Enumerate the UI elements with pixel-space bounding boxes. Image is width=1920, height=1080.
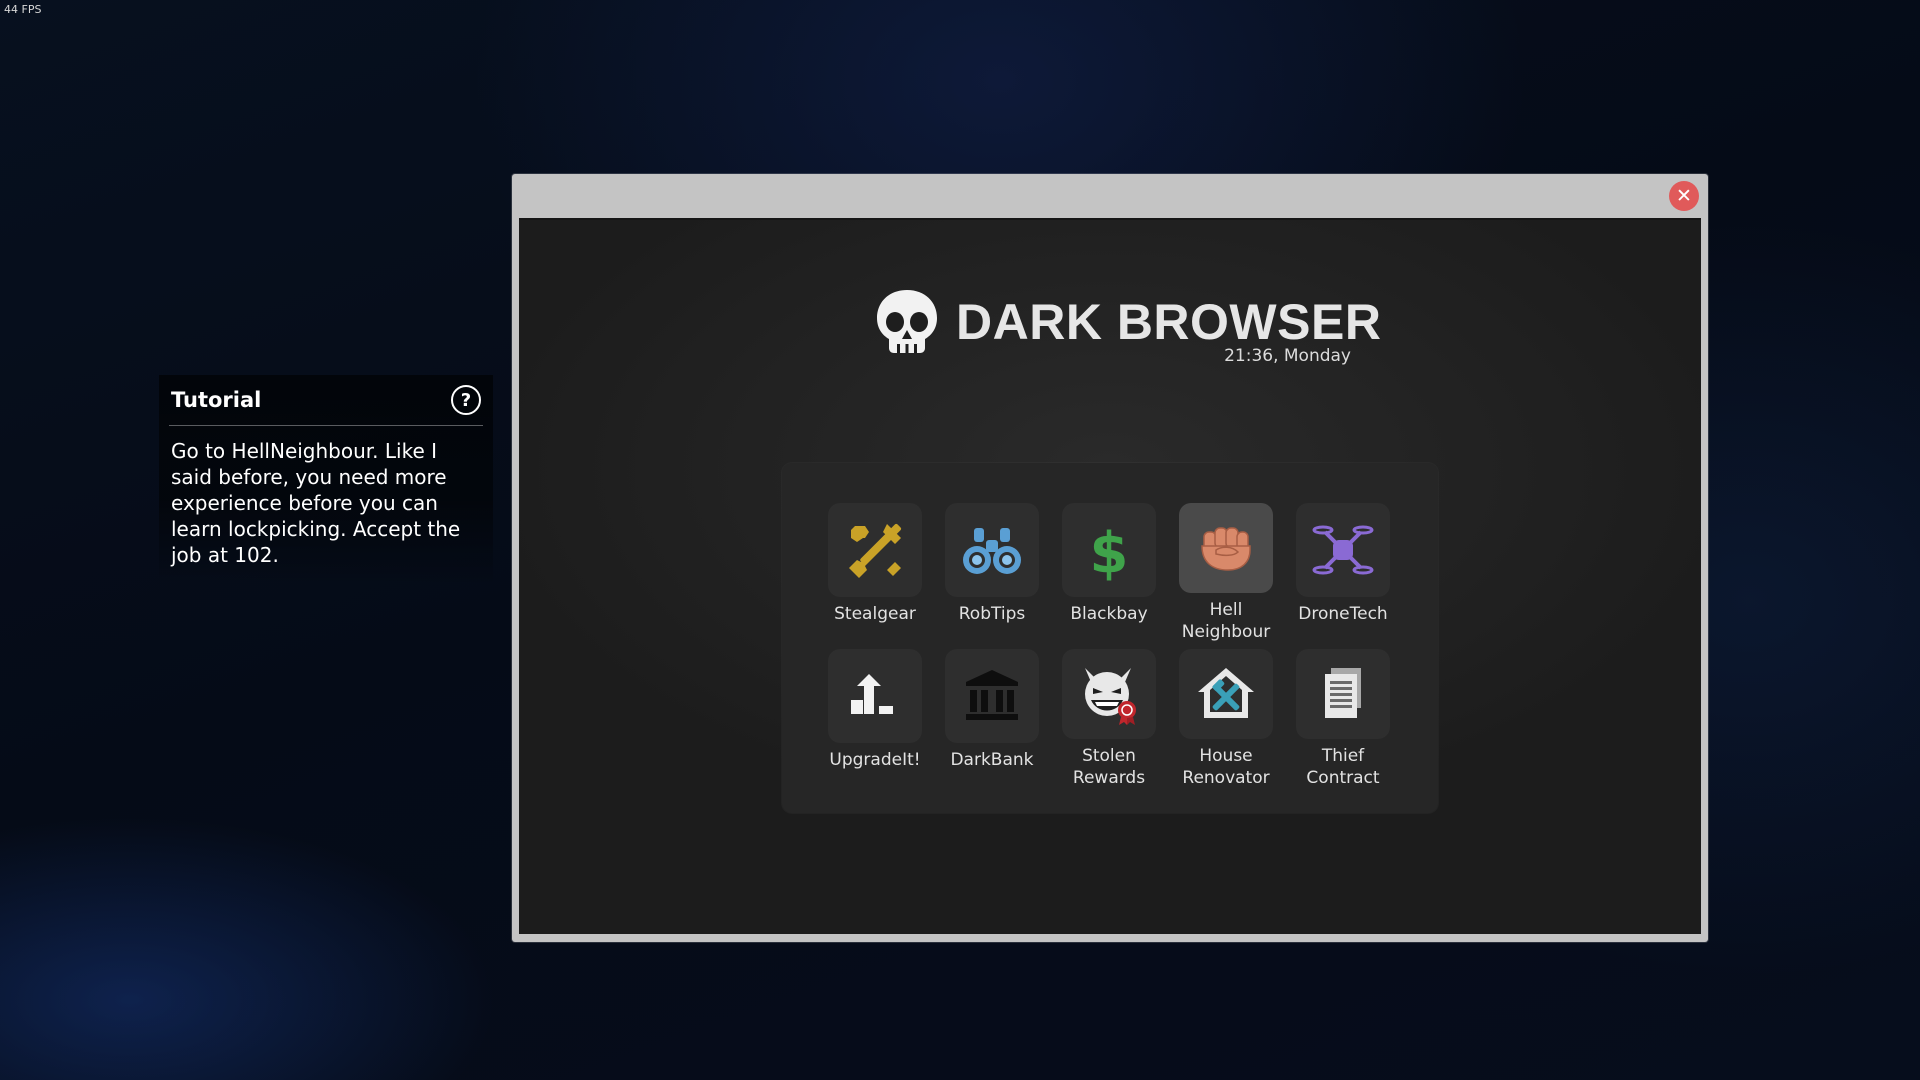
tutorial-title: Tutorial (171, 388, 262, 412)
svg-text:$: $ (1090, 521, 1129, 582)
app-thief-contract[interactable]: Thief Contract (1295, 649, 1391, 789)
app-dronetech[interactable]: DroneTech (1295, 503, 1391, 643)
tutorial-header: Tutorial ? (169, 375, 483, 426)
window-titlebar[interactable]: ✕ (512, 174, 1708, 218)
app-label: Blackbay (1070, 604, 1148, 624)
app-grid: Stealgear RobTips $ Blackbay Hell Neighb… (827, 503, 1391, 789)
devil-badge-icon (1085, 668, 1136, 725)
app-label: Thief Contract (1306, 746, 1380, 788)
apps-panel: Stealgear RobTips $ Blackbay Hell Neighb… (782, 463, 1438, 813)
tools-icon (849, 523, 902, 578)
bank-icon (966, 670, 1018, 720)
app-label: Stealgear (834, 604, 916, 624)
dollar-icon: $ (1090, 521, 1129, 582)
dark-browser-window: ✕ DARK BROWSER 21:36, Monday Stealgear R… (512, 174, 1708, 942)
upgrade-icon (851, 674, 893, 714)
app-label: House Renovator (1182, 746, 1270, 788)
app-label: Stolen Rewards (1072, 746, 1146, 788)
fist-icon (1201, 527, 1251, 571)
fps-counter: 44 FPS (4, 3, 42, 16)
brand-title: DARK BROWSER (956, 294, 1382, 350)
app-blackbay[interactable]: $ Blackbay (1061, 503, 1157, 643)
brand-time: 21:36, Monday (1224, 346, 1351, 366)
app-label: DarkBank (950, 750, 1034, 770)
brand-header: DARK BROWSER 21:36, Monday (871, 286, 1381, 386)
document-icon (1325, 668, 1361, 718)
app-house-renovator[interactable]: House Renovator (1178, 649, 1274, 789)
app-upgradeit[interactable]: UpgradeIt! (827, 649, 923, 789)
app-label: UpgradeIt! (829, 750, 921, 770)
app-label: DroneTech (1298, 604, 1388, 624)
close-button[interactable]: ✕ (1669, 181, 1699, 211)
browser-viewport: DARK BROWSER 21:36, Monday Stealgear Rob… (519, 218, 1701, 934)
app-darkbank[interactable]: DarkBank (944, 649, 1040, 789)
drone-icon (1312, 525, 1374, 575)
tutorial-panel: Tutorial ? Go to HellNeighbour. Like I s… (159, 375, 493, 585)
house-tools-icon (1198, 668, 1254, 718)
app-label: Hell Neighbour (1181, 600, 1271, 642)
app-hell-neighbour[interactable]: Hell Neighbour (1178, 503, 1274, 643)
app-stealgear[interactable]: Stealgear (827, 503, 923, 643)
app-label: RobTips (958, 604, 1026, 624)
app-stolen-rewards[interactable]: Stolen Rewards (1061, 649, 1157, 789)
question-circle-icon[interactable]: ? (451, 385, 481, 415)
app-robtips[interactable]: RobTips (944, 503, 1040, 643)
tutorial-text: Go to HellNeighbour. Like I said before,… (171, 439, 461, 567)
binoculars-icon (963, 528, 1021, 574)
skull-icon (877, 290, 937, 353)
